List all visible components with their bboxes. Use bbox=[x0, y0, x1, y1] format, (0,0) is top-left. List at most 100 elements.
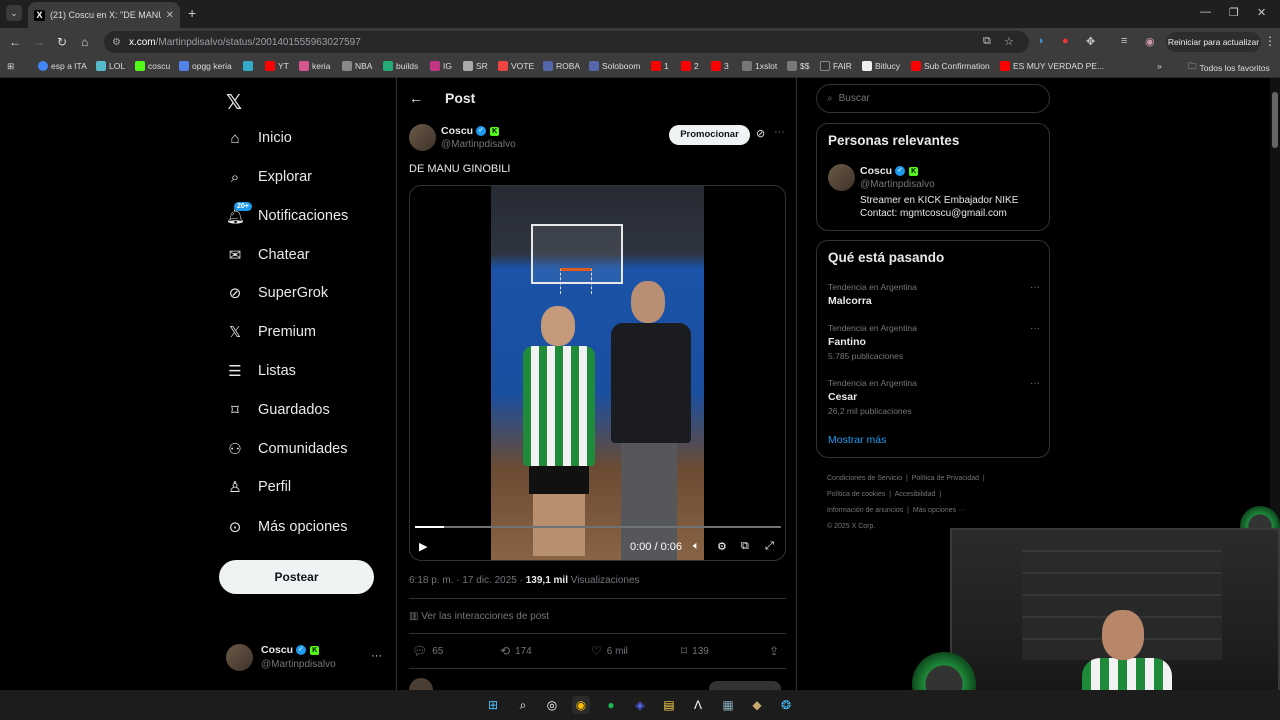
bookmark-item[interactable]: SR bbox=[463, 61, 488, 71]
bookmark-item[interactable]: keria bbox=[299, 61, 330, 71]
postear-button[interactable]: Postear bbox=[219, 560, 374, 594]
volume-icon[interactable]: 🔈︎ bbox=[693, 540, 700, 553]
video-player[interactable]: ▶ 0:00 / 0:06 🔈︎ ⚙ ⧉ ⤢ bbox=[409, 185, 786, 561]
relevant-name-row[interactable]: Coscu ✓ K bbox=[860, 165, 919, 177]
bookmark-item[interactable]: FAIR bbox=[820, 61, 852, 71]
bookmark-item[interactable]: LOL bbox=[96, 61, 125, 71]
bookmark-item[interactable]: 3 bbox=[711, 61, 729, 71]
x-logo-icon[interactable]: 𝕏 bbox=[226, 90, 242, 115]
post-timestamp[interactable]: 6:18 p. m. · 17 dic. 2025 · bbox=[409, 575, 526, 586]
sidebar-item-guardados[interactable]: ⌑ Guardados bbox=[226, 395, 330, 425]
search-input[interactable]: ⌕ Buscar bbox=[816, 84, 1050, 113]
apps-grid-icon[interactable]: ⊞ bbox=[7, 61, 14, 72]
sidebar-item-premium[interactable]: 𝕏 Premium bbox=[226, 317, 316, 347]
trend-more-icon[interactable]: ··· bbox=[1030, 282, 1040, 293]
bookmark-item[interactable]: Soloboom bbox=[589, 61, 640, 71]
video-progress-bar[interactable] bbox=[415, 526, 781, 528]
star-bookmark-icon[interactable]: ☆ bbox=[1004, 35, 1014, 48]
browser-menu-icon[interactable]: ⋮ bbox=[1264, 34, 1276, 48]
footer-link[interactable]: Accesibilidad bbox=[895, 491, 936, 498]
picture-in-picture-icon[interactable]: ⧉ bbox=[741, 540, 749, 553]
bookmark-item[interactable] bbox=[243, 61, 253, 71]
trend-more-icon[interactable]: ··· bbox=[1030, 378, 1040, 389]
bookmark-item[interactable]: 2 bbox=[681, 61, 699, 71]
bookmark-item[interactable]: opgg keria bbox=[179, 61, 232, 71]
like-button[interactable]: ♡ 6 mil bbox=[591, 644, 628, 658]
footer-link[interactable]: Información de anuncios bbox=[827, 507, 903, 514]
relevant-handle[interactable]: @Martinpdisalvo bbox=[860, 179, 935, 190]
app-icon[interactable]: Λ bbox=[689, 696, 707, 714]
post-interactions-link[interactable]: ▥ Ver las interacciones de post bbox=[409, 611, 549, 622]
notes-icon[interactable]: ▤ bbox=[660, 696, 678, 714]
reply-button[interactable]: 💬︎ 65 bbox=[412, 644, 443, 658]
bookmark-item[interactable]: builds bbox=[383, 61, 418, 71]
app-icon[interactable]: ❂ bbox=[777, 696, 795, 714]
site-info-icon[interactable]: ⚙ bbox=[112, 37, 121, 48]
author-name-row[interactable]: Coscu ✓ K bbox=[441, 125, 500, 137]
home-button[interactable]: ⌂ bbox=[81, 34, 88, 50]
bookmark-item[interactable]: Bitlucy bbox=[862, 61, 900, 71]
trend-item[interactable]: Tendencia en Argentina Malcorra ··· bbox=[828, 282, 1040, 307]
sidebar-item-inicio[interactable]: ⌂ Inicio bbox=[226, 123, 291, 153]
search-icon[interactable]: ⌕ bbox=[514, 696, 532, 714]
sidebar-item-notificaciones[interactable]: 🔔︎ 20+ Notificaciones bbox=[226, 201, 348, 231]
all-bookmarks-folder[interactable]: 🗀 Todos los favoritos bbox=[1188, 61, 1270, 75]
restart-to-update-button[interactable]: Reiniciar para actualizar bbox=[1166, 32, 1261, 52]
sidebar-item-mas-opciones[interactable]: ⊙ Más opciones bbox=[226, 512, 348, 542]
footer-link[interactable]: Política de Privacidad bbox=[912, 475, 979, 482]
chrome-icon[interactable]: ◉ bbox=[572, 696, 590, 714]
profile-avatar-icon[interactable]: ◉ bbox=[1145, 35, 1155, 48]
app-icon[interactable]: ◎ bbox=[543, 696, 561, 714]
bookmark-item[interactable]: YT bbox=[265, 61, 289, 71]
league-client-icon[interactable]: ◆ bbox=[748, 696, 766, 714]
account-switcher[interactable]: Coscu ✓ K @Martinpdisalvo ··· bbox=[226, 642, 386, 674]
grok-icon[interactable]: ⊘ bbox=[756, 127, 765, 140]
close-tab-icon[interactable]: ✕ bbox=[166, 10, 174, 21]
sidebar-item-comunidades[interactable]: ⚇ Comunidades bbox=[226, 434, 347, 464]
more-bookmarks-chevron-icon[interactable]: » bbox=[1157, 61, 1162, 71]
avatar[interactable] bbox=[409, 124, 436, 151]
close-window-button[interactable]: ✕ bbox=[1257, 6, 1266, 19]
scrollbar-thumb[interactable] bbox=[1272, 92, 1278, 148]
bookmark-item[interactable]: esp a ITA bbox=[38, 61, 87, 71]
windows-start-icon[interactable]: ⊞ bbox=[484, 696, 502, 714]
bookmark-item[interactable]: Sub Confirmation bbox=[911, 61, 990, 71]
settings-gear-icon[interactable]: ⚙ bbox=[717, 540, 727, 553]
bookmark-button[interactable]: ⌑ 139 bbox=[681, 644, 709, 658]
sidebar-item-explorar[interactable]: ⌕ Explorar bbox=[226, 162, 312, 192]
extensions-puzzle-icon[interactable]: ✥ bbox=[1086, 35, 1095, 48]
bookmark-item[interactable]: ROBA bbox=[543, 61, 580, 71]
post-more-icon[interactable]: ··· bbox=[774, 126, 785, 138]
tab-search-button[interactable]: ⌄ bbox=[6, 5, 22, 21]
sidebar-item-listas[interactable]: ☰ Listas bbox=[226, 356, 296, 386]
bookmark-item[interactable]: VOTE bbox=[498, 61, 534, 71]
spotify-icon[interactable]: ● bbox=[602, 696, 620, 714]
bookmark-item[interactable]: 1 bbox=[651, 61, 669, 71]
bookmark-item[interactable]: IG bbox=[430, 61, 452, 71]
reload-button[interactable]: ↻ bbox=[57, 34, 67, 50]
bookmark-item[interactable]: $$ bbox=[787, 61, 809, 71]
play-icon[interactable]: ▶ bbox=[419, 540, 427, 553]
sidebar-item-perfil[interactable]: ♙ Perfil bbox=[226, 472, 291, 502]
sidebar-item-chatear[interactable]: ✉ Chatear bbox=[226, 240, 310, 270]
repost-button[interactable]: ⟲ 174 bbox=[500, 644, 532, 658]
back-button[interactable]: ← bbox=[9, 34, 21, 50]
discord-icon[interactable]: ◈ bbox=[631, 696, 649, 714]
sidebar-item-supergrok[interactable]: ⊘ SuperGrok bbox=[226, 278, 328, 308]
trend-item[interactable]: Tendencia en Argentina Cesar 26,2 mil pu… bbox=[828, 378, 1040, 416]
reading-list-icon[interactable]: ≡ bbox=[1121, 35, 1127, 47]
footer-link[interactable]: Condiciones de Servicio bbox=[827, 475, 902, 482]
minimize-button[interactable]: — bbox=[1200, 6, 1211, 18]
back-arrow-icon[interactable]: ← bbox=[409, 90, 423, 106]
footer-link[interactable]: Más opciones ··· bbox=[913, 507, 965, 514]
account-more-icon[interactable]: ··· bbox=[371, 650, 382, 662]
footer-link[interactable]: Política de cookies bbox=[827, 491, 885, 498]
forward-button[interactable]: → bbox=[33, 34, 45, 50]
install-app-icon[interactable]: ⧉ bbox=[983, 35, 991, 48]
extension-audio-icon[interactable]: ◗ bbox=[1038, 35, 1045, 47]
maximize-button[interactable]: ❐ bbox=[1229, 6, 1239, 19]
bookmark-item[interactable]: coscu bbox=[135, 61, 170, 71]
address-bar[interactable]: ⚙ x.com/Martinpdisalvo/status/2001401555… bbox=[104, 31, 1029, 53]
trend-item[interactable]: Tendencia en Argentina Fantino 5.785 pub… bbox=[828, 323, 1040, 361]
show-more-link[interactable]: Mostrar más bbox=[828, 434, 886, 446]
